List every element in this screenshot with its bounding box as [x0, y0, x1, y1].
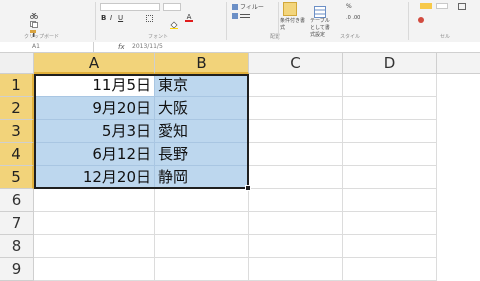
column-header-c[interactable]: C — [249, 53, 343, 74]
underline-icon[interactable]: U — [118, 14, 124, 22]
number-format-icon[interactable]: % — [346, 3, 366, 11]
row-header-6[interactable]: 6 — [0, 189, 34, 212]
cell-a8[interactable] — [34, 235, 155, 258]
separator — [408, 2, 409, 40]
row-header-8[interactable]: 8 — [0, 235, 34, 258]
format-as-table-label[interactable]: テーブルとして書式設定 — [310, 18, 334, 39]
name-box[interactable]: A1 — [0, 42, 94, 52]
conditional-formatting-label[interactable]: 条件付き書式 — [280, 18, 306, 32]
worksheet-grid: A B C D 1 2 3 4 5 6 7 8 9 11月5日 東京 9月20日… — [0, 53, 480, 281]
conditional-formatting-icon[interactable] — [283, 2, 297, 16]
font-size-dropdown[interactable] — [163, 3, 181, 11]
ribbon: クリップボード B I U A フォント フィルー 配置 条件付き書式 テーブル… — [0, 0, 480, 43]
column-header-b[interactable]: B — [155, 53, 249, 74]
format-as-table-icon[interactable] — [314, 3, 326, 18]
fill-color-icon[interactable] — [170, 14, 178, 29]
function-icon[interactable]: fx — [118, 42, 125, 52]
row-header-7[interactable]: 7 — [0, 212, 34, 235]
copy-icon[interactable] — [30, 13, 38, 28]
format-painter-icon[interactable] — [30, 22, 38, 37]
cell-b8[interactable] — [155, 235, 249, 258]
cell-c1[interactable] — [249, 74, 343, 97]
cell-c6[interactable] — [249, 189, 343, 212]
row-header-5[interactable]: 5 — [0, 166, 34, 189]
filter-label[interactable]: フィルー — [240, 4, 264, 11]
wrap-text-icon[interactable] — [232, 4, 238, 10]
row-header-1[interactable]: 1 — [0, 74, 34, 97]
decimal-icon[interactable]: .0 .00 — [346, 14, 370, 22]
cell-c8[interactable] — [249, 235, 343, 258]
cell-c3[interactable] — [249, 120, 343, 143]
cell-a5[interactable]: 12月20日 — [34, 166, 155, 189]
cut-icon[interactable] — [30, 4, 38, 19]
cell-a6[interactable] — [34, 189, 155, 212]
cell-d2[interactable] — [343, 97, 437, 120]
cell-b2[interactable]: 大阪 — [155, 97, 249, 120]
cell-b4[interactable]: 長野 — [155, 143, 249, 166]
cell-d4[interactable] — [343, 143, 437, 166]
cell-b7[interactable] — [155, 212, 249, 235]
select-all-corner[interactable] — [0, 53, 34, 74]
cell-d8[interactable] — [343, 235, 437, 258]
cell-a3[interactable]: 5月3日 — [34, 120, 155, 143]
column-header-d[interactable]: D — [343, 53, 437, 74]
row-header-2[interactable]: 2 — [0, 97, 34, 120]
cell-group-label: セル — [440, 34, 451, 40]
row-header-3[interactable]: 3 — [0, 120, 34, 143]
italic-icon[interactable]: I — [110, 14, 116, 22]
row-header-4[interactable]: 4 — [0, 143, 34, 166]
cell-a4[interactable]: 6月12日 — [34, 143, 155, 166]
formula-input[interactable]: 2013/11/5 — [132, 42, 163, 52]
delete-cells-icon[interactable] — [418, 17, 424, 23]
column-header-e[interactable] — [437, 53, 480, 74]
cell-c7[interactable] — [249, 212, 343, 235]
fill-handle[interactable] — [245, 185, 251, 191]
cell-d6[interactable] — [343, 189, 437, 212]
formula-bar: A1 fx 2013/11/5 — [0, 42, 480, 53]
cell-c5[interactable] — [249, 166, 343, 189]
separator — [278, 2, 279, 40]
insert-cells-icon[interactable] — [458, 3, 466, 10]
cell-d1[interactable] — [343, 74, 437, 97]
cell-d3[interactable] — [343, 120, 437, 143]
cell-a1[interactable]: 11月5日 — [34, 74, 155, 97]
font-group-label: フォント — [148, 34, 169, 40]
cell-d7[interactable] — [343, 212, 437, 235]
cell-style-bad[interactable] — [436, 3, 448, 9]
separator — [95, 2, 96, 40]
font-name-dropdown[interactable] — [100, 3, 160, 11]
cell-b1[interactable]: 東京 — [155, 74, 249, 97]
style-group-label: スタイル — [340, 34, 361, 40]
cell-b5[interactable]: 静岡 — [155, 166, 249, 189]
clipboard-group-label: クリップボード — [24, 34, 60, 40]
column-header-a[interactable]: A — [34, 53, 155, 74]
separator — [226, 2, 227, 40]
cell-d5[interactable] — [343, 166, 437, 189]
merge-icon[interactable] — [232, 13, 238, 19]
cell-c2[interactable] — [249, 97, 343, 120]
cell-a7[interactable] — [34, 212, 155, 235]
cell-b3[interactable]: 愛知 — [155, 120, 249, 143]
font-color-icon[interactable]: A — [185, 13, 193, 22]
border-icon[interactable] — [146, 15, 153, 22]
cell-style-normal[interactable] — [420, 3, 432, 9]
cell-b6[interactable] — [155, 189, 249, 212]
cell-c4[interactable] — [249, 143, 343, 166]
bold-icon[interactable]: B — [101, 14, 107, 22]
cell-a2[interactable]: 9月20日 — [34, 97, 155, 120]
align-icon[interactable] — [240, 14, 250, 18]
